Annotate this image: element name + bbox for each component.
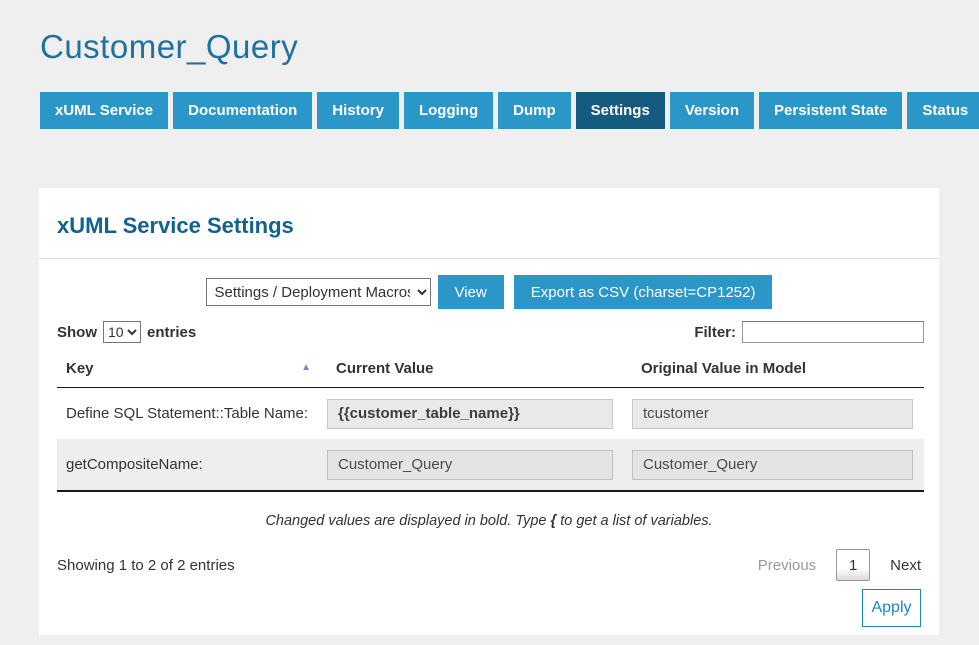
tab-status[interactable]: Status (907, 92, 979, 129)
original-value-field (632, 399, 913, 429)
table-controls: Show 10 entries Filter: (54, 321, 924, 343)
page: Customer_Query xUML Service Documentatio… (0, 28, 979, 645)
showing-entries-text: Showing 1 to 2 of 2 entries (57, 557, 235, 574)
filter-group: Filter: (694, 321, 924, 343)
tab-dump[interactable]: Dump (498, 92, 571, 129)
panel-heading: xUML Service Settings (39, 188, 939, 259)
next-page-button[interactable]: Next (890, 557, 921, 574)
filter-input[interactable] (742, 321, 924, 343)
view-button[interactable]: View (438, 275, 504, 309)
toolbar: Settings / Deployment Macros View Export… (39, 275, 939, 309)
page-length-group: Show 10 entries (57, 321, 196, 343)
tab-documentation[interactable]: Documentation (173, 92, 312, 129)
table-body: Define SQL Statement::Table Name: getCom… (57, 388, 924, 492)
column-header-original-value[interactable]: Original Value in Model (632, 360, 924, 377)
previous-page-button[interactable]: Previous (758, 557, 816, 574)
sort-ascending-icon: ▲ (301, 362, 311, 373)
apply-button[interactable]: Apply (862, 589, 921, 627)
table-row: getCompositeName: (57, 439, 924, 490)
table-footer: Showing 1 to 2 of 2 entries Previous 1 N… (57, 549, 921, 581)
export-csv-button[interactable]: Export as CSV (charset=CP1252) (514, 275, 773, 309)
page-length-select[interactable]: 10 (103, 321, 141, 343)
column-header-key[interactable]: Key ▲ (57, 360, 327, 377)
setting-key-label: Define SQL Statement::Table Name: (57, 405, 327, 422)
original-value-field (632, 450, 913, 480)
setting-key-label: getCompositeName: (57, 456, 327, 473)
show-label: Show (57, 324, 97, 341)
tab-xuml-service[interactable]: xUML Service (40, 92, 168, 129)
current-value-input[interactable] (327, 450, 613, 480)
hint-text: Changed values are displayed in bold. Ty… (39, 513, 939, 529)
tab-bar: xUML Service Documentation History Loggi… (40, 92, 979, 129)
page-number-button[interactable]: 1 (836, 549, 870, 581)
filter-label: Filter: (694, 324, 736, 341)
tab-version[interactable]: Version (670, 92, 754, 129)
current-value-input[interactable] (327, 399, 613, 429)
tab-history[interactable]: History (317, 92, 399, 129)
tab-persistent-state[interactable]: Persistent State (759, 92, 902, 129)
macro-category-select[interactable]: Settings / Deployment Macros (206, 278, 431, 306)
settings-table: Key ▲ Current Value Original Value in Mo… (57, 343, 924, 492)
table-row: Define SQL Statement::Table Name: (57, 388, 924, 439)
apply-row: Apply (39, 589, 921, 627)
table-header-row: Key ▲ Current Value Original Value in Mo… (57, 343, 924, 388)
tab-settings[interactable]: Settings (576, 92, 665, 129)
pagination: Previous 1 Next (758, 549, 921, 581)
column-header-current-value[interactable]: Current Value (327, 360, 632, 377)
tab-logging[interactable]: Logging (404, 92, 493, 129)
entries-label: entries (147, 324, 196, 341)
settings-panel: xUML Service Settings Settings / Deploym… (39, 188, 939, 635)
page-title: Customer_Query (40, 28, 979, 66)
